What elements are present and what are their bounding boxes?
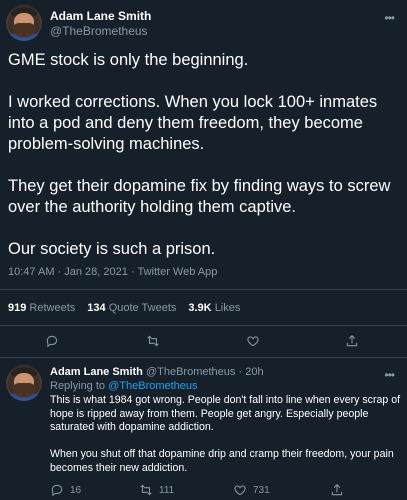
like-button[interactable]: 731 [233, 483, 270, 497]
tweet-meta: 10:47 AM · Jan 28, 2021 · Twitter Web Ap… [8, 266, 217, 278]
reply-button[interactable]: 16 [50, 483, 81, 497]
reply-header: Adam Lane Smith @TheBrometheus · 20h [50, 366, 264, 378]
divider [0, 325, 407, 326]
author-handle[interactable]: @TheBrometheus [50, 24, 148, 38]
retweet-count: 111 [159, 484, 175, 496]
meta-separator: · [238, 366, 243, 378]
share-icon [346, 335, 358, 347]
avatar[interactable] [6, 5, 42, 41]
author-name[interactable]: Adam Lane Smith [50, 9, 151, 23]
reply-avatar[interactable] [6, 365, 42, 401]
more-icon[interactable]: ••• [384, 368, 395, 382]
share-button[interactable] [345, 334, 359, 348]
share-icon [331, 484, 343, 496]
like-count: 731 [253, 484, 270, 496]
divider [0, 289, 407, 290]
more-icon[interactable]: ••• [384, 11, 395, 25]
heart-icon [234, 485, 246, 496]
reply-time[interactable]: 20h [245, 366, 263, 378]
reply-paragraph: When you shut off that dopamine drip and… [50, 448, 394, 474]
retweet-icon [140, 484, 152, 496]
retweet-button[interactable]: 111 [139, 483, 174, 497]
reply-count: 16 [70, 484, 82, 496]
tweet-paragraph: GME stock is only the beginning. [8, 51, 249, 69]
heart-icon [247, 336, 259, 347]
reply-icon [51, 484, 63, 497]
reply-paragraph: This is what 1984 got wrong. People don'… [50, 394, 401, 433]
reply-author-handle[interactable]: @TheBrometheus [146, 366, 235, 378]
retweets-stat[interactable]: 919 Retweets [8, 302, 75, 314]
like-button[interactable] [246, 334, 260, 348]
tweet-paragraph: Our society is such a prison. [8, 240, 216, 258]
main-action-bar [0, 334, 407, 354]
tweet-source[interactable]: Twitter Web App [137, 266, 217, 278]
tweet-paragraph: I worked corrections. When you lock 100+… [8, 93, 378, 153]
tweet-timestamp[interactable]: 10:47 AM · Jan 28, 2021 [8, 266, 128, 278]
replying-to: Replying to @TheBrometheus [50, 380, 198, 392]
divider [0, 357, 407, 358]
reply-text: This is what 1984 got wrong. People don'… [50, 394, 402, 489]
reply-action-bar: 16 111 731 [0, 483, 407, 500]
retweet-icon [147, 335, 159, 347]
tweet-text: GME stock is only the beginning. I worke… [8, 50, 403, 260]
likes-stat[interactable]: 3.9K Likes [188, 302, 240, 314]
quotes-stat[interactable]: 134 Quote Tweets [87, 302, 176, 314]
reply-author-name[interactable]: Adam Lane Smith [50, 366, 143, 378]
replying-to-handle[interactable]: @TheBrometheus [108, 380, 197, 392]
share-button[interactable] [330, 483, 344, 497]
reply-icon [46, 335, 58, 348]
tweet-paragraph: They get their dopamine fix by finding w… [8, 177, 391, 216]
replying-to-label: Replying to [50, 380, 106, 392]
tweet-stats: 919 Retweets 134 Quote Tweets 3.9K Likes [8, 302, 240, 314]
reply-button[interactable] [45, 334, 59, 348]
retweet-button[interactable] [146, 334, 160, 348]
